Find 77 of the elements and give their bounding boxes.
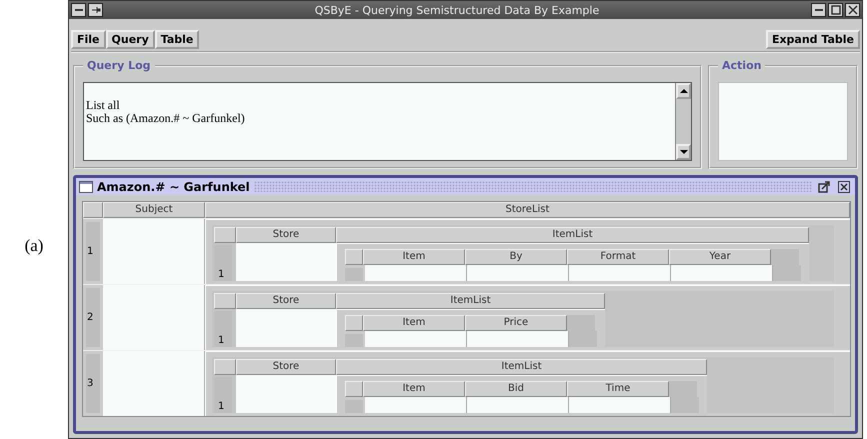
column-header[interactable]: Item <box>363 249 465 265</box>
column-header[interactable]: Time <box>567 381 669 397</box>
column-header[interactable]: StoreList <box>205 202 850 218</box>
resize-button[interactable] <box>816 180 832 194</box>
column-header[interactable]: Store <box>236 293 336 309</box>
filler-column <box>771 249 799 265</box>
column-header[interactable]: Item <box>363 381 465 397</box>
panel-title: Action <box>721 59 762 72</box>
column-header[interactable]: Bid <box>465 381 567 397</box>
query-log-field[interactable]: List all Such as (Amazon.# ~ Garfunkel) <box>83 82 692 161</box>
filler-column <box>669 381 697 397</box>
close-icon <box>838 180 850 192</box>
filler-column <box>569 331 597 347</box>
frame-title: Amazon.# ~ Garfunkel <box>97 180 250 194</box>
scroll-bar[interactable] <box>675 83 691 160</box>
row-header[interactable]: 3 <box>86 354 100 413</box>
table-cell[interactable] <box>569 265 671 281</box>
scroll-up-button[interactable] <box>676 83 691 99</box>
column-header[interactable]: Store <box>236 227 336 243</box>
table-cell[interactable] <box>467 397 569 413</box>
expand-arrow-icon <box>818 180 830 192</box>
log-line: List all <box>86 99 121 112</box>
row-header[interactable]: 1 <box>214 377 232 413</box>
window-title: QSByE - Querying Semistructured Data By Example <box>314 4 600 16</box>
table-cell[interactable] <box>236 309 336 347</box>
table-cell[interactable] <box>569 397 671 413</box>
column-header[interactable]: ItemList <box>336 359 707 375</box>
column-header[interactable]: ItemList <box>336 227 809 243</box>
column-header[interactable]: Year <box>669 249 771 265</box>
close-button[interactable] <box>845 3 860 17</box>
minimize-button[interactable] <box>811 3 826 17</box>
table-cell[interactable] <box>365 397 467 413</box>
expand-table-button[interactable]: Expand Table <box>766 30 860 49</box>
column-header[interactable]: Item <box>363 315 465 331</box>
menu-button[interactable]: File <box>71 30 106 49</box>
pin-icon <box>90 5 100 15</box>
row-header[interactable]: 2 <box>86 288 100 347</box>
panel-title: Query Log <box>86 59 152 72</box>
header-corner <box>345 249 363 265</box>
row-header[interactable]: 1 <box>214 245 232 281</box>
table-cell[interactable] <box>467 331 569 347</box>
header-corner <box>345 315 363 331</box>
column-header[interactable]: By <box>465 249 567 265</box>
window-menu-button[interactable] <box>71 3 86 17</box>
header-corner <box>345 381 363 397</box>
table-cell[interactable] <box>467 265 569 281</box>
column-header[interactable]: Store <box>236 359 336 375</box>
scroll-down-button[interactable] <box>676 144 691 160</box>
filler-column <box>567 315 595 331</box>
maximize-button[interactable] <box>828 3 843 17</box>
up-arrow-icon <box>678 86 688 96</box>
log-line: Such as (Amazon.# ~ Garfunkel) <box>86 112 246 125</box>
pin-button[interactable] <box>88 3 103 17</box>
figure-label: (a) <box>24 236 44 256</box>
table-cell[interactable] <box>365 265 467 281</box>
table-cell[interactable] <box>236 375 336 413</box>
table-cell[interactable] <box>236 243 336 281</box>
table-cell[interactable] <box>103 285 205 350</box>
column-header[interactable]: Price <box>465 315 567 331</box>
column-header[interactable]: Format <box>567 249 669 265</box>
maximize-icon <box>830 5 840 15</box>
menu-button[interactable]: Table <box>154 30 200 49</box>
column-header[interactable]: ItemList <box>336 293 605 309</box>
menu-button[interactable]: Query <box>106 30 155 49</box>
frame-close-button[interactable] <box>836 180 852 194</box>
close-icon <box>848 5 858 15</box>
table-cell[interactable] <box>103 219 205 284</box>
row-header[interactable]: 1 <box>86 222 100 281</box>
table-cell[interactable] <box>671 265 773 281</box>
filler-column <box>671 397 699 413</box>
down-arrow-icon <box>678 147 688 157</box>
table-cell[interactable] <box>365 331 467 347</box>
window-icon <box>79 180 93 192</box>
filler-column <box>773 265 801 281</box>
column-header[interactable]: Subject <box>103 202 205 218</box>
row-header[interactable]: 1 <box>214 311 232 347</box>
table-cell[interactable] <box>103 351 205 416</box>
